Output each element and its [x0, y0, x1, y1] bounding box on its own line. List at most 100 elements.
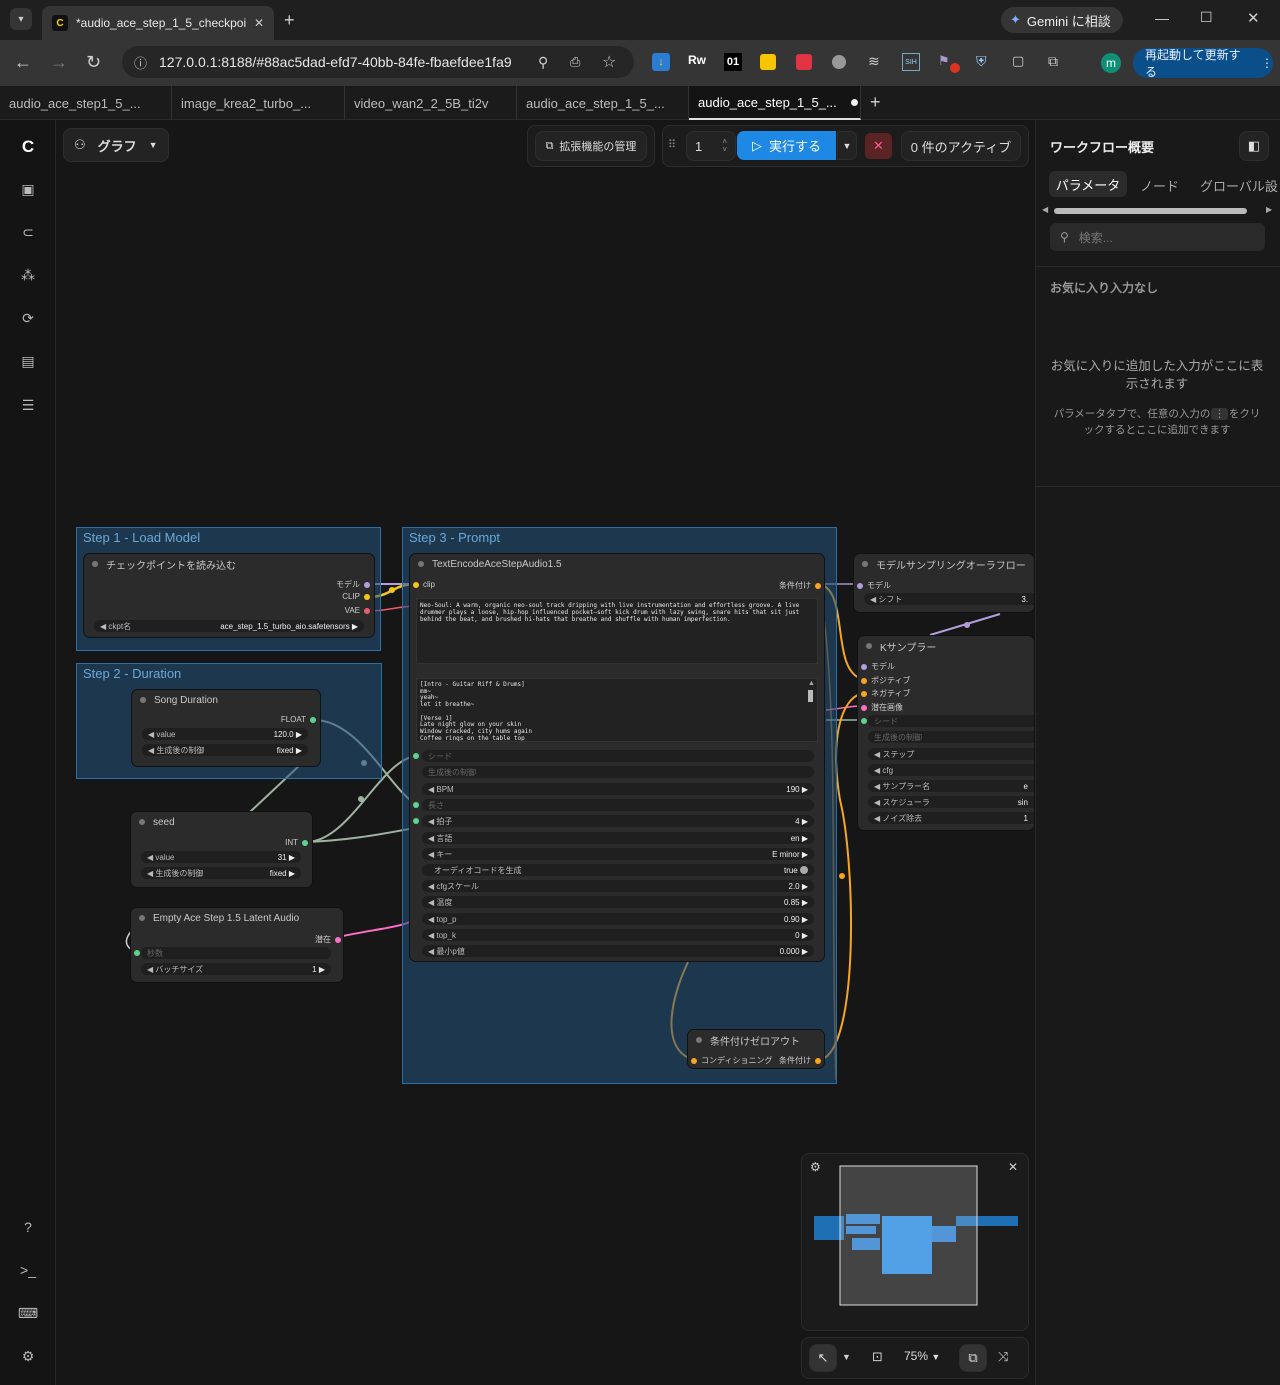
node-header[interactable]: Empty Ace Step 1.5 Latent Audio	[131, 908, 343, 928]
tool-menu-chevron-icon[interactable]: ▼	[842, 1352, 851, 1362]
minimize-icon[interactable]: —	[1155, 10, 1169, 26]
key-widget[interactable]: ◀ キー E minor ▶	[422, 848, 814, 860]
duration-value-widget[interactable]: ◀ value 120.0 ▶	[142, 728, 308, 740]
top-k-widget[interactable]: ◀ top_k 0 ▶	[422, 929, 814, 941]
scroll-thumb[interactable]	[1054, 208, 1247, 214]
input-model[interactable]: モデル	[857, 580, 891, 591]
lyrics-scrollbar[interactable]: ▲	[808, 680, 815, 740]
minimap[interactable]: ⚙ ✕	[801, 1153, 1029, 1331]
node-header[interactable]: Kサンプラー	[858, 636, 1034, 656]
output-latent[interactable]: 潜在	[315, 934, 341, 945]
top-p-widget[interactable]: ◀ top_p 0.90 ▶	[422, 913, 814, 925]
node-header[interactable]: チェックポイントを読み込む	[84, 554, 374, 574]
input-model[interactable]: モデル	[861, 661, 895, 672]
link-visibility-icon[interactable]: ⤨	[998, 1349, 1008, 1365]
collapse-dot-icon[interactable]	[866, 643, 872, 649]
min-p-widget[interactable]: ◀ 最小p値 0.000 ▶	[422, 945, 814, 957]
collapse-dot-icon[interactable]	[92, 561, 98, 567]
input-clip[interactable]: clip	[413, 580, 435, 589]
node-model-sampling-aura[interactable]: モデルサンプリングオーラフロー モデル ◀ シフト 3.	[854, 554, 1034, 612]
ckpt-name-combo[interactable]: ◀ ckpt名 ace_step_1.5_turbo_aio.safetensor…	[94, 620, 364, 632]
shift-widget[interactable]: ◀ シフト 3.	[864, 593, 1034, 605]
collapse-dot-icon[interactable]	[139, 915, 145, 921]
input-conditioning[interactable]: コンディショニング	[691, 1055, 772, 1066]
workflow-overview-panel	[1035, 120, 1280, 1385]
input-latent[interactable]: 潜在画像	[861, 702, 903, 713]
node-seed[interactable]: seed INT ◀ value 31 ▶ ◀ 生成後の制御 fixed ▶	[131, 812, 312, 887]
ks-cfg-widget[interactable]: ◀ cfg	[868, 764, 1034, 776]
scroll-left-icon[interactable]: ◀	[1042, 205, 1048, 214]
output-int[interactable]: INT	[285, 838, 308, 847]
lyrics-textarea[interactable]: [Intro - Guitar Riff & Drums] mm~ yeah~ …	[416, 678, 818, 742]
bpm-widget[interactable]: ◀ BPM 190 ▶	[422, 783, 814, 795]
input-positive[interactable]: ポジティブ	[861, 675, 911, 686]
slot-dot[interactable]	[413, 753, 419, 759]
tab-global-settings[interactable]: グローバル設	[1200, 176, 1280, 195]
collapse-dot-icon[interactable]	[140, 697, 146, 703]
seconds-input-widget[interactable]: 秒数	[141, 947, 331, 959]
slot-dot[interactable]	[413, 818, 419, 824]
node-header[interactable]: 条件付けゼロアウト	[688, 1030, 824, 1050]
tc-control-widget[interactable]: 生成後の制御	[422, 766, 814, 778]
update-button[interactable]: 再起動して更新する ⋮	[1133, 48, 1273, 79]
panel-tab-scrollbar[interactable]: ◀ ▶	[1040, 205, 1276, 217]
fit-view-icon[interactable]: ⊡	[872, 1349, 883, 1365]
input-negative[interactable]: ネガティブ	[861, 688, 911, 699]
length-widget[interactable]: 長さ	[422, 799, 814, 811]
seed-control-widget[interactable]: ◀ 生成後の制御 fixed ▶	[141, 867, 301, 879]
minimap-toggle-button[interactable]: ⧉	[959, 1344, 987, 1372]
node-conditioning-zero-out[interactable]: 条件付けゼロアウト コンディショニング 条件付け	[688, 1030, 824, 1068]
output-float[interactable]: FLOAT	[281, 715, 316, 724]
slot-dot[interactable]	[413, 802, 419, 808]
profile-avatar[interactable]: m	[1101, 53, 1121, 73]
collapse-dot-icon[interactable]	[139, 819, 145, 825]
output-clip[interactable]: CLIP	[342, 592, 370, 601]
slot-label: clip	[423, 580, 436, 589]
select-tool-button[interactable]: ↖	[809, 1344, 837, 1372]
node-empty-latent-audio[interactable]: Empty Ace Step 1.5 Latent Audio 潜在 秒数 ◀ …	[131, 908, 343, 982]
slot-dot[interactable]	[134, 950, 140, 956]
output-vae[interactable]: VAE	[345, 606, 370, 615]
maximize-icon[interactable]: ☐	[1200, 9, 1213, 26]
node-text-encode[interactable]: TextEncodeAceStepAudio1.5 clip 条件付け Neo-…	[410, 554, 824, 961]
tab-nodes[interactable]: ノード	[1140, 176, 1179, 195]
node-song-duration[interactable]: Song Duration FLOAT ◀ value 120.0 ▶ ◀ 生成後…	[132, 690, 320, 766]
more-menu-icon[interactable]: ⋮	[1261, 56, 1273, 70]
collapse-dot-icon[interactable]	[862, 561, 868, 567]
tab-parameters[interactable]: パラメータ	[1049, 171, 1127, 197]
collapse-dot-icon[interactable]	[696, 1037, 702, 1043]
output-model[interactable]: モデル	[336, 579, 370, 590]
beat-widget[interactable]: ◀ 拍子 4 ▶	[422, 815, 814, 827]
ks-seed-widget[interactable]: シード	[868, 715, 1034, 727]
seed-value-widget[interactable]: ◀ value 31 ▶	[141, 851, 301, 863]
slot-dot[interactable]	[861, 718, 867, 724]
node-header[interactable]: TextEncodeAceStepAudio1.5	[410, 554, 824, 574]
puzzle-ext-icon[interactable]: ⧉	[1048, 53, 1058, 70]
node-checkpoint-loader[interactable]: チェックポイントを読み込む モデル CLIP VAE ◀ ckpt名 ace_st…	[84, 554, 374, 637]
ks-steps-widget[interactable]: ◀ ステップ	[868, 748, 1034, 760]
ks-denoise-widget[interactable]: ◀ ノイズ除去 1	[868, 812, 1034, 824]
tc-seed-widget[interactable]: シード	[422, 750, 814, 762]
panel-toggle-button[interactable]: ◧	[1239, 131, 1269, 161]
node-header[interactable]: Song Duration	[132, 690, 320, 710]
output-conditioning[interactable]: 条件付け	[779, 580, 821, 591]
scroll-right-icon[interactable]: ▶	[1266, 205, 1272, 214]
close-window-icon[interactable]: ✕	[1247, 9, 1260, 27]
parameter-search-input[interactable]: ⚲ 検索...	[1050, 223, 1265, 251]
collapse-dot-icon[interactable]	[418, 561, 424, 567]
temperature-widget[interactable]: ◀ 温度 0.85 ▶	[422, 896, 814, 908]
ks-sampler-widget[interactable]: ◀ サンプラー名 e	[868, 780, 1034, 792]
node-header[interactable]: モデルサンプリングオーラフロー	[854, 554, 1034, 574]
output-conditioning[interactable]: 条件付け	[779, 1055, 821, 1066]
language-widget[interactable]: ◀ 言語 en ▶	[422, 832, 814, 844]
ks-scheduler-widget[interactable]: ◀ スケジューラ sin	[868, 796, 1034, 808]
ks-control-widget[interactable]: 生成後の制御	[868, 731, 1034, 743]
audio-codes-toggle[interactable]: オーディオコードを生成 true	[422, 864, 814, 876]
duration-control-widget[interactable]: ◀ 生成後の制御 fixed ▶	[142, 744, 308, 756]
node-header[interactable]: seed	[131, 812, 312, 832]
batch-size-widget[interactable]: ◀ バッチサイズ 1 ▶	[141, 963, 331, 975]
cfg-scale-widget[interactable]: ◀ cfgスケール 2.0 ▶	[422, 880, 814, 892]
zoom-control[interactable]: 75% ▼	[904, 1349, 940, 1363]
node-ksampler[interactable]: Kサンプラー モデル ポジティブ ネガティブ 潜在画像 シード 生成後の制御 ◀…	[858, 636, 1034, 830]
tags-textarea[interactable]: Neo-Soul: A warm, organic neo-soul track…	[416, 598, 818, 664]
